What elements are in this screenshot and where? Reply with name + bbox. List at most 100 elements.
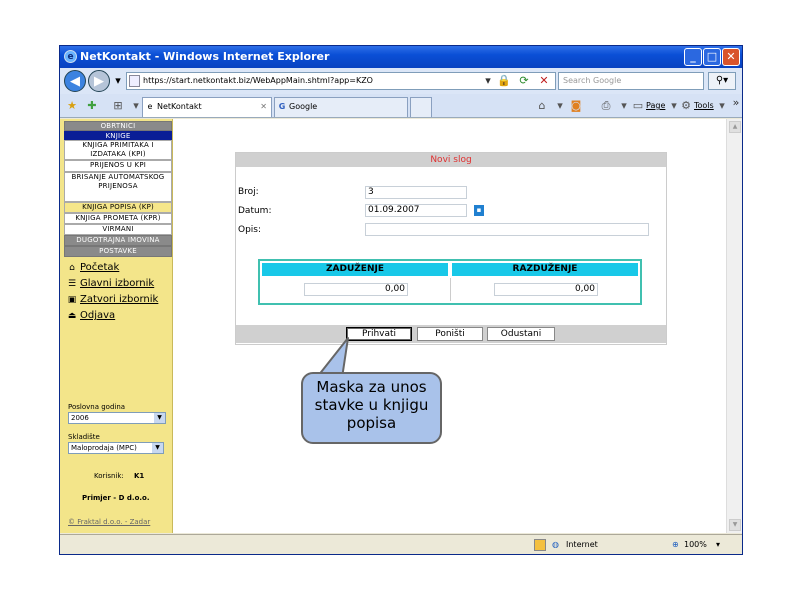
col-zaduzenje: ZADUŽENJE <box>262 263 448 276</box>
tab-google[interactable]: G Google <box>274 97 408 117</box>
menu-knjiga-prometa[interactable]: KNJIGA PROMETA (KPR) <box>64 213 172 224</box>
vertical-scrollbar[interactable]: ▲ ▼ <box>726 119 742 533</box>
datum-label: Datum: <box>238 206 272 216</box>
address-bar: ◀ ▶ ▾ https://start.netkontakt.biz/WebAp… <box>60 68 742 94</box>
menu-virmani[interactable]: VIRMANI <box>64 224 172 235</box>
quick-tabs-icon[interactable]: ⊞ <box>110 97 126 115</box>
menu-brisanje-prijenosa[interactable]: BRISANJE AUTOMATSKOG PRIJENOSA <box>64 172 172 202</box>
button-bar: Prihvati Poništi Odustani <box>236 325 666 343</box>
opis-label: Opis: <box>238 225 262 235</box>
back-button[interactable]: ◀ <box>64 70 86 92</box>
chevron-more-icon[interactable]: » <box>728 94 744 112</box>
menu-dugotrajna-imovina[interactable]: DUGOTRAJNA IMOVINA <box>64 235 172 246</box>
tab-bar: ★ ✚ ⊞ ▾ e NetKontakt ✕ G Google ⌂ ▾ ◙ ⎙ … <box>60 94 742 118</box>
chevron-down-icon: ▼ <box>152 443 163 453</box>
zoom-level[interactable]: 100% <box>684 535 707 555</box>
logout-icon: ⏏ <box>67 311 77 321</box>
protected-mode-icon <box>534 539 546 551</box>
broj-label: Broj: <box>238 187 259 197</box>
status-bar: ◍ Internet ⊕ 100% ▾ <box>60 534 742 554</box>
company-name: Primjer - D d.o.o. <box>82 494 150 502</box>
forward-button[interactable]: ▶ <box>88 70 110 92</box>
menu-icon: ☰ <box>67 279 77 289</box>
new-record-form: Novi slog Broj: 3 Datum: 01.09.2007 ▪ Op… <box>235 152 667 345</box>
menu-postavke[interactable]: POSTAVKE <box>64 246 172 257</box>
sidebar: OBRTNICI KNJIGE KNJIGA PRIMITAKA I IZDAT… <box>60 119 173 533</box>
url-text: https://start.netkontakt.biz/WebAppMain.… <box>143 76 373 85</box>
page-content: OBRTNICI KNJIGE KNJIGA PRIMITAKA I IZDAT… <box>60 119 742 533</box>
link-glavni-izbornik[interactable]: ☰ Glavni izbornik <box>66 277 154 291</box>
chevron-down-icon: ▼ <box>154 413 165 423</box>
tab-label: NetKontakt <box>157 102 202 111</box>
gear-icon: ⚙ <box>681 99 691 112</box>
new-tab[interactable] <box>410 97 432 117</box>
user-value: K1 <box>134 472 145 480</box>
stop-icon[interactable]: ✕ <box>536 72 552 90</box>
home-icon[interactable]: ⌂ <box>534 97 550 115</box>
minimize-button[interactable]: _ <box>684 48 702 66</box>
globe-icon: ◍ <box>552 540 559 549</box>
zoom-dropdown-icon[interactable]: ▾ <box>716 535 720 555</box>
print-icon[interactable]: ⎙ <box>598 97 614 115</box>
menu-knjige[interactable]: KNJIGE <box>64 131 172 140</box>
copyright-link[interactable]: © Fraktal d.o.o. - Zadar <box>68 518 150 526</box>
browser-window: e NetKontakt - Windows Internet Explorer… <box>59 45 743 555</box>
home-icon: ⌂ <box>69 263 75 273</box>
link-pocetak[interactable]: ⌂ Početak <box>66 261 119 275</box>
zoom-icon: ⊕ <box>672 540 679 549</box>
lock-icon[interactable]: 🔒 <box>496 72 512 90</box>
home-dropdown-icon[interactable]: ▾ <box>552 97 568 115</box>
prihvati-button[interactable]: Prihvati <box>346 327 412 341</box>
close-tab-icon[interactable]: ✕ <box>260 98 267 116</box>
warehouse-select[interactable]: Maloprodaja (MPC) ▼ <box>68 442 164 454</box>
ponisti-button[interactable]: Poništi <box>417 327 483 341</box>
favorites-star-icon[interactable]: ★ <box>64 97 80 115</box>
add-favorite-icon[interactable]: ✚ <box>84 97 100 115</box>
link-odjava[interactable]: ⏏ Odjava <box>66 309 115 323</box>
year-select[interactable]: 2006 ▼ <box>68 412 166 424</box>
calendar-icon[interactable]: ▪ <box>474 205 484 216</box>
year-label: Poslovna godina <box>68 403 126 411</box>
menu-knjiga-popisa[interactable]: KNJIGA POPISA (KP) <box>64 202 172 213</box>
opis-input[interactable] <box>365 223 649 236</box>
page-menu[interactable]: Page <box>646 98 665 114</box>
callout-box: Maska za unos stavke u knjigu popisa <box>301 372 442 444</box>
scroll-down-icon[interactable]: ▼ <box>729 519 741 531</box>
title-bar: e NetKontakt - Windows Internet Explorer… <box>60 46 742 68</box>
form-title: Novi slog <box>236 153 666 167</box>
ie-tab-icon: e <box>147 102 153 111</box>
broj-input[interactable]: 3 <box>365 186 467 199</box>
amounts-table: ZADUŽENJE RAZDUŽENJE 0,00 0,00 <box>258 259 642 305</box>
search-input[interactable]: Search Google <box>558 72 704 90</box>
link-zatvori-izbornik[interactable]: ▣ Zatvori izbornik <box>66 293 159 307</box>
google-tab-icon: G <box>278 102 286 111</box>
url-dropdown-icon[interactable]: ▾ <box>480 72 496 90</box>
odustani-button[interactable]: Odustani <box>487 327 555 341</box>
tab-netkontakt[interactable]: e NetKontakt ✕ <box>142 97 272 117</box>
scroll-up-icon[interactable]: ▲ <box>729 121 741 133</box>
close-button[interactable]: ✕ <box>722 48 740 66</box>
tab-label: Google <box>289 102 318 111</box>
menu-obrtnici[interactable]: OBRTNICI <box>64 121 172 131</box>
feeds-icon[interactable]: ◙ <box>568 97 584 115</box>
page-icon <box>129 75 140 87</box>
menu-prijenos-kpi[interactable]: PRIJENOS U KPI <box>64 160 172 172</box>
warehouse-label: Skladište <box>68 433 100 441</box>
window-title: NetKontakt - Windows Internet Explorer <box>80 50 330 63</box>
search-icon: ⚲▾ <box>715 75 729 86</box>
tools-menu[interactable]: Tools <box>694 98 714 114</box>
user-label: Korisnik: <box>94 472 124 480</box>
maximize-button[interactable]: □ <box>703 48 721 66</box>
menu-kpi[interactable]: KNJIGA PRIMITAKA I IZDATAKA (KPI) <box>64 140 172 160</box>
razduzenje-input[interactable]: 0,00 <box>494 283 598 296</box>
history-dropdown-icon[interactable]: ▾ <box>110 72 126 90</box>
datum-input[interactable]: 01.09.2007 <box>365 204 467 217</box>
page-menu-icon: ▭ <box>632 99 644 112</box>
search-button[interactable]: ⚲▾ <box>708 72 736 90</box>
zone-label: Internet <box>566 540 598 549</box>
close-menu-icon: ▣ <box>67 295 77 305</box>
ie-logo-icon: e <box>64 50 77 63</box>
zaduzenje-input[interactable]: 0,00 <box>304 283 408 296</box>
col-razduzenje: RAZDUŽENJE <box>452 263 638 276</box>
refresh-icon[interactable]: ⟳ <box>516 72 532 90</box>
